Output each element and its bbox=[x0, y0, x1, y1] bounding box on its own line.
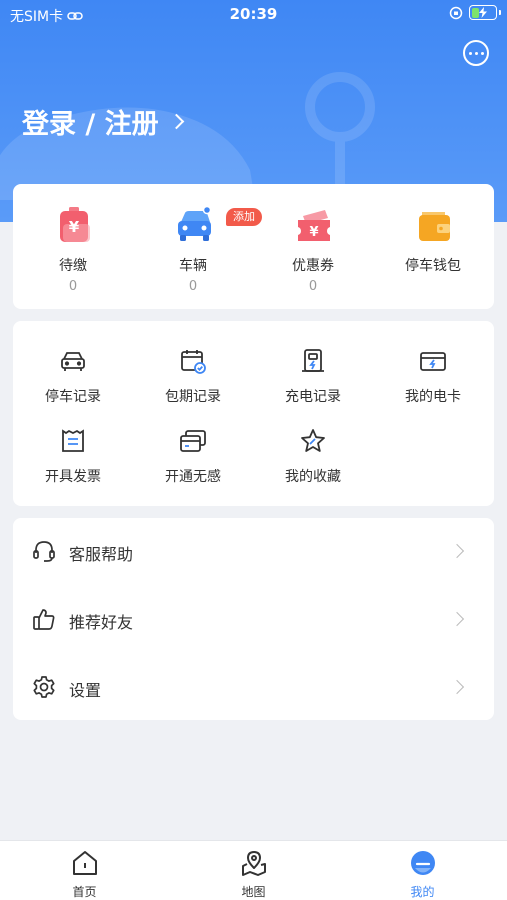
wallet-icon bbox=[419, 212, 450, 241]
map-icon bbox=[242, 851, 266, 876]
grid-item-charging-records[interactable]: 充电记录 bbox=[253, 347, 373, 417]
login-label: 登录 / 注册 bbox=[22, 109, 159, 140]
svg-text:¥: ¥ bbox=[69, 218, 80, 236]
account-summary-card: ¥ 待缴 0 车辆 0 添加 ¥ 优惠券 0 停车钱包 bbox=[13, 184, 494, 309]
add-vehicle-badge[interactable]: 添加 bbox=[226, 208, 262, 226]
tab-map[interactable]: 地图 bbox=[169, 841, 338, 900]
grid-item-enable-seamless[interactable]: 开通无感 bbox=[133, 427, 253, 497]
grid-item-label: 停车记录 bbox=[45, 389, 101, 405]
tab-label: 我的 bbox=[410, 885, 435, 899]
coupon-icon: ¥ bbox=[298, 210, 330, 241]
grid-item-label: 开通无感 bbox=[165, 469, 221, 485]
chevron-right-icon bbox=[449, 543, 465, 559]
gear-icon bbox=[33, 676, 55, 698]
grid-item-parking-records[interactable]: 停车记录 bbox=[13, 347, 133, 417]
tab-label: 地图 bbox=[241, 885, 266, 899]
battery-icon bbox=[469, 5, 501, 20]
summary-count: 0 bbox=[308, 279, 318, 294]
menu-row-recommend-friend[interactable]: 推荐好友 bbox=[13, 586, 494, 652]
menu-row-settings[interactable]: 设置 bbox=[13, 654, 494, 720]
summary-label: 车辆 bbox=[179, 258, 207, 274]
summary-label: 待缴 bbox=[59, 258, 87, 274]
invoice-icon bbox=[62, 429, 84, 452]
menu-row-label: 客服帮助 bbox=[69, 545, 134, 564]
calendar-check-icon bbox=[181, 350, 206, 374]
chevron-right-icon bbox=[449, 611, 465, 627]
chevron-right-icon bbox=[449, 679, 465, 695]
payment-due-icon: ¥ bbox=[60, 207, 90, 242]
status-time: 20:39 bbox=[229, 5, 278, 23]
star-icon bbox=[301, 429, 325, 452]
grid-item-label: 包期记录 bbox=[165, 389, 221, 405]
summary-count: 0 bbox=[188, 279, 198, 294]
svg-text:¥: ¥ bbox=[309, 225, 318, 240]
services-card: 停车记录 包期记录 充电记录 我的电卡 开具发票 开通无感 我的收藏 bbox=[13, 321, 494, 506]
summary-label: 优惠券 bbox=[292, 258, 334, 274]
seamless-pay-icon bbox=[180, 430, 206, 452]
menu-row-label: 设置 bbox=[69, 681, 102, 700]
card-icon bbox=[420, 352, 446, 371]
settings-menu-card: 客服帮助 推荐好友 设置 bbox=[13, 518, 494, 720]
bottom-tab-bar: 首页 地图 我的 bbox=[0, 840, 507, 900]
grid-item-label: 充电记录 bbox=[285, 389, 341, 405]
pin-decoration-icon bbox=[305, 72, 375, 202]
grid-item-label: 我的收藏 bbox=[285, 469, 341, 485]
headset-icon bbox=[33, 541, 55, 562]
summary-count: 0 bbox=[68, 279, 78, 294]
tab-home[interactable]: 首页 bbox=[0, 841, 169, 900]
profile-icon bbox=[411, 851, 435, 875]
vehicle-icon bbox=[178, 206, 212, 241]
login-register-link[interactable]: 登录 / 注册 bbox=[22, 102, 184, 141]
orientation-lock-icon bbox=[449, 6, 463, 19]
menu-row-customer-help[interactable]: 客服帮助 bbox=[13, 518, 494, 584]
charger-icon bbox=[302, 349, 324, 372]
grid-item-label: 开具发票 bbox=[45, 469, 101, 485]
grid-item-my-favorites[interactable]: 我的收藏 bbox=[253, 427, 373, 497]
grid-item-issue-invoice[interactable]: 开具发票 bbox=[13, 427, 133, 497]
summary-label: 停车钱包 bbox=[405, 258, 461, 274]
car-icon bbox=[61, 352, 85, 371]
menu-row-label: 推荐好友 bbox=[69, 613, 134, 632]
status-bar: 无SIM卡 20:39 bbox=[0, 0, 507, 30]
home-icon bbox=[73, 851, 97, 875]
message-button[interactable] bbox=[463, 40, 489, 66]
chevron-right-icon bbox=[168, 113, 184, 130]
grid-item-label: 我的电卡 bbox=[405, 389, 461, 405]
tab-label: 首页 bbox=[72, 885, 97, 899]
grid-item-period-records[interactable]: 包期记录 bbox=[133, 347, 253, 417]
grid-item-my-e-card[interactable]: 我的电卡 bbox=[373, 347, 493, 417]
tab-mine[interactable]: 我的 bbox=[338, 841, 507, 900]
thumbs-up-icon bbox=[33, 609, 55, 630]
